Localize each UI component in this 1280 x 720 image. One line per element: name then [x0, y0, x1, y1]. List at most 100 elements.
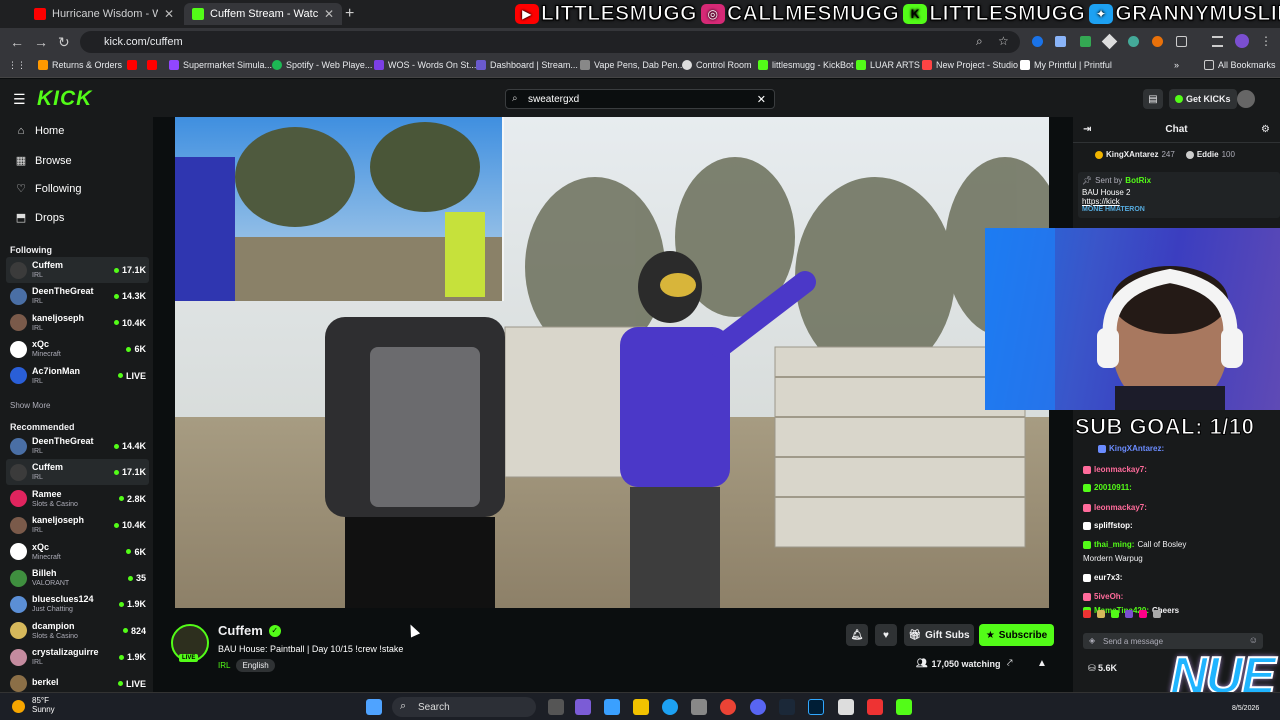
chat-username[interactable]: KingXAntarez:	[1109, 444, 1164, 453]
teams-icon[interactable]	[575, 699, 591, 715]
puzzle-icon[interactable]	[1176, 36, 1187, 47]
sidebar-channel-ac7ionman[interactable]: Ac7ionMan IRL LIVE	[6, 363, 149, 389]
subscribe-button[interactable]: ★ Subscribe	[979, 624, 1054, 646]
collapse-chat-icon[interactable]: ⇥	[1083, 124, 1091, 135]
video-player[interactable]	[175, 117, 1049, 608]
follow-heart-button[interactable]: ♥	[875, 624, 897, 646]
nav-home[interactable]: ⌂ Home	[15, 125, 65, 137]
bookmark-item[interactable]: Dashboard | Stream...	[476, 60, 578, 70]
pinned-link[interactable]: https://kick	[1082, 197, 1276, 206]
new-tab-button[interactable]: +	[345, 5, 354, 23]
menu-kebab-icon[interactable]: ⋮	[1260, 34, 1272, 48]
sidebar-channel-deenthegreat[interactable]: DeenTheGreat IRL 14.3K	[6, 283, 149, 309]
notepad-icon[interactable]	[838, 699, 854, 715]
sidebar-channel-billeh[interactable]: Billeh VALORANT 35	[6, 565, 149, 591]
profile-avatar[interactable]	[1235, 34, 1249, 48]
url-input[interactable]: kick.com/cuffem	[80, 31, 1020, 53]
emote-icon[interactable]	[1083, 610, 1091, 618]
language-tag[interactable]: English	[236, 659, 275, 672]
chat-settings-icon[interactable]: ⚙	[1261, 124, 1270, 135]
bookmark-youtube-icon[interactable]	[147, 60, 161, 70]
windows-start-icon[interactable]	[366, 699, 382, 715]
sidebar-channel-xqc[interactable]: xQc Minecraft 6K	[6, 539, 149, 565]
sidebar-channel-deenthegreat[interactable]: DeenTheGreat IRL 14.4K	[6, 433, 149, 459]
user-avatar[interactable]	[1237, 90, 1255, 108]
chat-username[interactable]: 5iveOh:	[1094, 592, 1123, 601]
chat-username[interactable]: 20010911:	[1094, 483, 1132, 492]
emote-icon[interactable]	[1111, 610, 1119, 618]
nav-browse[interactable]: ▦ Browse	[15, 154, 72, 168]
emote-icon[interactable]	[1097, 610, 1105, 618]
bookmark-item[interactable]: littlesmugg - KickBot	[758, 60, 854, 70]
show-more-link[interactable]: Show More	[10, 401, 50, 410]
sidebar-channel-berkel[interactable]: berkel LIVE	[6, 671, 149, 692]
bookmark-star-icon[interactable]: ☆	[998, 34, 1009, 48]
extension-icon[interactable]	[1032, 36, 1043, 47]
photoshop-icon[interactable]	[808, 699, 824, 715]
sidebar-channel-xqc[interactable]: xQc Minecraft 6K	[6, 336, 149, 362]
nav-following[interactable]: ♡ Following	[15, 182, 81, 196]
bookmark-item[interactable]: Spotify - Web Playe...	[272, 60, 372, 70]
bookmark-item[interactable]: WOS - Words On St...	[374, 60, 476, 70]
bookmark-item[interactable]: Vape Pens, Dab Pen...	[580, 60, 685, 70]
extension-icon[interactable]	[1055, 36, 1066, 47]
tab-hurricane-wisdom[interactable]: Hurricane Wisdom - Woosah (O ✕	[26, 3, 182, 25]
task-view-icon[interactable]	[548, 699, 564, 715]
chat-username[interactable]: leonmackay7:	[1094, 465, 1147, 474]
chat-username[interactable]: eur7x3:	[1094, 573, 1122, 582]
sidebar-channel-cuffem[interactable]: Cuffem IRL 17.1K	[6, 257, 149, 283]
share-icon[interactable]: ⤤	[1007, 658, 1013, 669]
tab-cuffem-stream[interactable]: Cuffem Stream - Watch Live ✕	[184, 3, 342, 25]
emote-icon[interactable]	[1153, 610, 1161, 618]
weather-widget[interactable]: 85°F Sunny	[32, 696, 55, 714]
bookmark-youtube-icon[interactable]	[127, 60, 141, 70]
streamer-name[interactable]: Cuffem ✓	[218, 623, 281, 638]
chat-username[interactable]: spliffstop:	[1094, 521, 1133, 530]
kick-logo[interactable]: KICK	[37, 87, 92, 111]
back-button[interactable]: ←	[10, 34, 24, 50]
notification-bell-button[interactable]: 🔔︎	[846, 624, 868, 646]
report-icon[interactable]: ▲	[1037, 658, 1047, 669]
steam-icon[interactable]	[779, 699, 795, 715]
queue-icon[interactable]	[1212, 36, 1223, 47]
copilot-icon[interactable]	[604, 699, 620, 715]
bookmark-item[interactable]: Returns & Orders	[38, 60, 122, 70]
emote-icon[interactable]	[1139, 610, 1147, 618]
pinned-message[interactable]: 📌︎ Sent by BotRix BAU House 2 https://ki…	[1078, 172, 1280, 218]
close-icon[interactable]: ✕	[164, 7, 174, 21]
sidebar-channel-kaneljoseph[interactable]: kaneljoseph IRL 10.4K	[6, 310, 149, 336]
sidebar-channel-ramee[interactable]: Ramee Slots & Casino 2.8K	[6, 486, 149, 512]
all-bookmarks[interactable]: All Bookmarks	[1204, 60, 1276, 70]
extension-icon[interactable]	[1101, 33, 1118, 50]
nav-drops[interactable]: ⬒ Drops	[15, 211, 65, 225]
chat-username[interactable]: leonmackay7:	[1094, 503, 1147, 512]
discord-icon[interactable]	[750, 699, 766, 715]
reload-button[interactable]: ↻	[58, 34, 70, 51]
extension-icon[interactable]	[1128, 36, 1139, 47]
file-explorer-icon[interactable]	[633, 699, 649, 715]
chrome-icon[interactable]	[720, 699, 736, 715]
hamburger-menu-icon[interactable]: ☰	[13, 91, 26, 108]
kick-app-icon[interactable]	[896, 699, 912, 715]
search-input[interactable]: ⌕ sweatergxd ✕	[505, 89, 775, 109]
store-icon[interactable]	[691, 699, 707, 715]
bookmark-item[interactable]: LUAR ARTS	[856, 60, 920, 70]
emoji-icon[interactable]: ☺	[1249, 635, 1258, 645]
category-link[interactable]: IRL	[218, 661, 230, 670]
apps-grid-icon[interactable]: ⋮⋮	[8, 60, 26, 71]
sidebar-channel-cuffem[interactable]: Cuffem IRL 17.1K	[6, 459, 149, 486]
gift-subs-button[interactable]: 🎁︎ Gift Subs	[904, 624, 974, 646]
get-kicks-button[interactable]: Get KICKs	[1169, 89, 1237, 109]
edge-icon[interactable]	[662, 699, 678, 715]
zoom-icon[interactable]: ⌕	[976, 34, 983, 49]
bookmark-item[interactable]: New Project - Studio	[922, 60, 1018, 70]
emote-icon[interactable]	[1125, 610, 1133, 618]
extension-icon[interactable]	[1080, 36, 1091, 47]
bookmark-item[interactable]: Supermarket Simula...	[169, 60, 272, 70]
sidebar-channel-bluesclues124[interactable]: bluesclues124 Just Chatting 1.9K	[6, 591, 149, 617]
bookmark-item[interactable]: Control Room	[682, 60, 752, 70]
clear-search-icon[interactable]: ✕	[757, 93, 766, 106]
sidebar-channel-crystalizaguirre[interactable]: crystalizaguirre IRL 1.9K	[6, 644, 149, 670]
forward-button[interactable]: →	[34, 34, 48, 50]
bookmarks-overflow-icon[interactable]: »	[1174, 60, 1179, 70]
